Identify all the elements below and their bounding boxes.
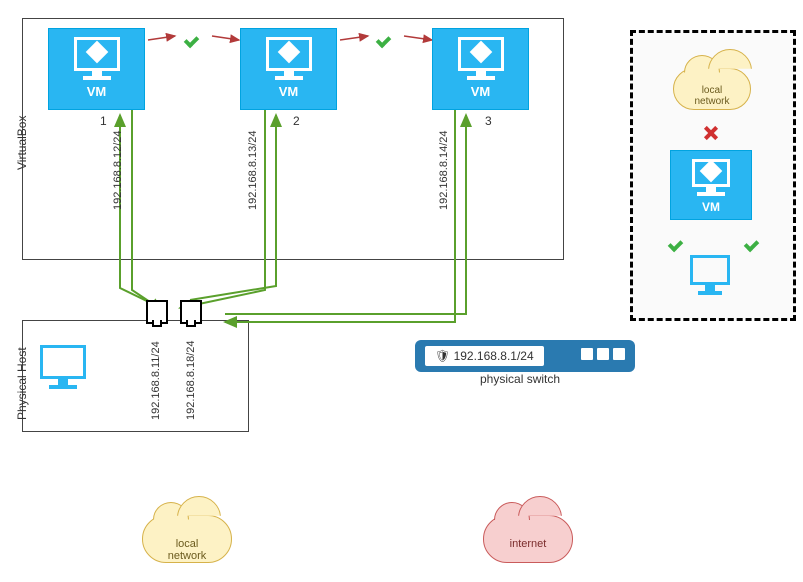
side-vm-label: VM xyxy=(671,200,751,214)
vm-2-ip: 192.168.8.13/24 xyxy=(247,130,259,210)
vm-screen-icon xyxy=(74,37,120,71)
check-icon xyxy=(184,28,202,46)
switch-ip: 192.168.8.1/24 xyxy=(454,349,534,363)
virtualbox-label: VirtualBox xyxy=(15,116,29,170)
host-nic1-ip: 192.168.8.11/24 xyxy=(150,341,162,420)
switch-ports-icon xyxy=(577,348,625,363)
check-icon xyxy=(376,28,394,46)
host-monitor-icon xyxy=(40,345,86,389)
switch-label: physical switch xyxy=(480,372,560,386)
vm-1-label: VM xyxy=(49,84,144,99)
vm-3-ip: 192.168.8.14/24 xyxy=(438,130,450,210)
side-vm: VM xyxy=(670,150,752,220)
vm-2: VM xyxy=(240,28,337,110)
side-host-monitor-icon xyxy=(690,255,730,295)
side-local-cloud: local network xyxy=(673,68,751,110)
nic-jack-2-icon xyxy=(180,300,202,324)
nic-jack-1-icon xyxy=(146,300,168,324)
vm-2-label: VM xyxy=(241,84,336,99)
vm-screen-icon xyxy=(266,37,312,71)
vm-1-ip: 192.168.8.12/24 xyxy=(112,130,124,210)
vm-1: VM xyxy=(48,28,145,110)
host-nic2-ip: 192.168.8.18/24 xyxy=(185,340,197,420)
vm-3-label: VM xyxy=(433,84,528,99)
check-icon xyxy=(744,232,762,250)
vm-3-number: 3 xyxy=(485,114,492,128)
vm-3: VM xyxy=(432,28,529,110)
vm-2-number: 2 xyxy=(293,114,300,128)
network-diagram: { "containers": { "virtualbox_label": "V… xyxy=(0,0,803,582)
vm-screen-icon xyxy=(692,159,730,187)
vm-1-number: 1 xyxy=(100,114,107,128)
local-network-cloud: local network xyxy=(142,515,232,563)
internet-cloud: internet xyxy=(483,515,573,563)
check-icon xyxy=(668,232,686,250)
x-icon xyxy=(702,125,718,141)
physical-host-label: Physical Host xyxy=(15,347,29,420)
vm-screen-icon xyxy=(458,37,504,71)
physical-switch: 🛡 192.168.8.1/24 xyxy=(415,340,635,372)
